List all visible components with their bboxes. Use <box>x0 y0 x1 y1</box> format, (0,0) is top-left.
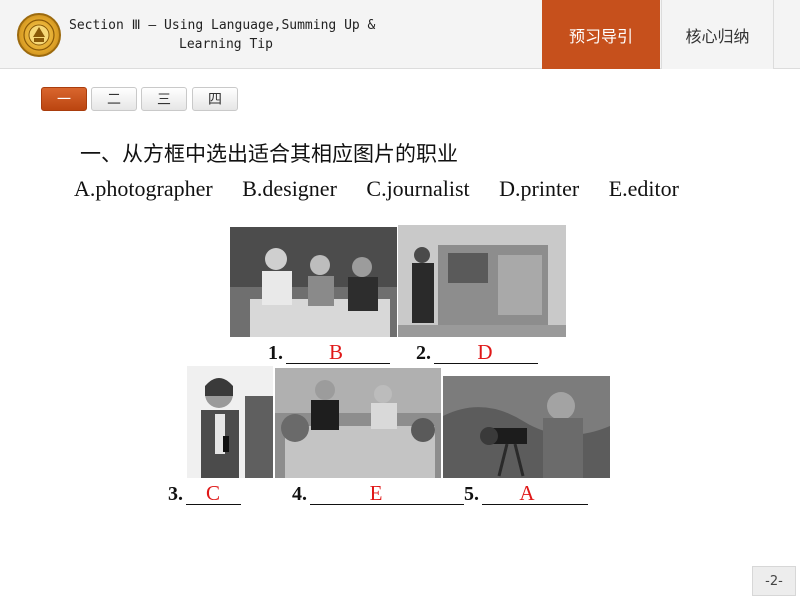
answer-2: D <box>477 340 493 364</box>
item-number-3: 3. <box>168 483 183 505</box>
section-title-line-1: Section Ⅲ — Using Language,Summing Up & <box>69 18 376 33</box>
item-number-4: 4. <box>292 483 307 505</box>
school-logo-icon <box>17 13 61 57</box>
photographer-photo <box>443 376 610 478</box>
editors-photo <box>275 368 441 478</box>
answer-1: B <box>328 340 343 364</box>
section-tab-2[interactable]: 二 <box>91 87 137 111</box>
option-list: A.photographer B.designer C.journalist D… <box>74 176 679 202</box>
option-d: D.printer <box>499 176 580 201</box>
header-bar: Section Ⅲ — Using Language,Summing Up & … <box>0 0 800 69</box>
section-title-line-2: Learning Tip <box>179 37 273 52</box>
printer-photo <box>398 225 566 337</box>
item-number-2: 2. <box>416 342 431 364</box>
option-c: C.journalist <box>366 176 470 201</box>
question-heading: 一、从方框中选出适合其相应图片的职业 <box>80 142 458 166</box>
section-tab-4[interactable]: 四 <box>192 87 238 111</box>
section-tab-3[interactable]: 三 <box>141 87 187 111</box>
item-number-1: 1. <box>268 342 283 364</box>
designers-photo <box>230 227 397 337</box>
option-a: A.photographer <box>74 176 213 201</box>
nav-tab-preview-guide[interactable]: 预习导引 <box>542 0 660 69</box>
answer-4: E <box>369 481 383 505</box>
answer-5: A <box>519 481 535 505</box>
section-tab-1[interactable]: 一 <box>41 87 87 111</box>
option-e: E.editor <box>608 176 679 201</box>
section-title: Section Ⅲ — Using Language,Summing Up & … <box>69 16 429 54</box>
nav-tab-core-summary[interactable]: 核心归纳 <box>661 0 774 69</box>
item-number-5: 5. <box>464 483 479 505</box>
journalist-photo <box>187 366 273 478</box>
option-b: B.designer <box>242 176 337 201</box>
page-number: -2- <box>752 566 796 596</box>
answer-3: C <box>205 481 220 505</box>
